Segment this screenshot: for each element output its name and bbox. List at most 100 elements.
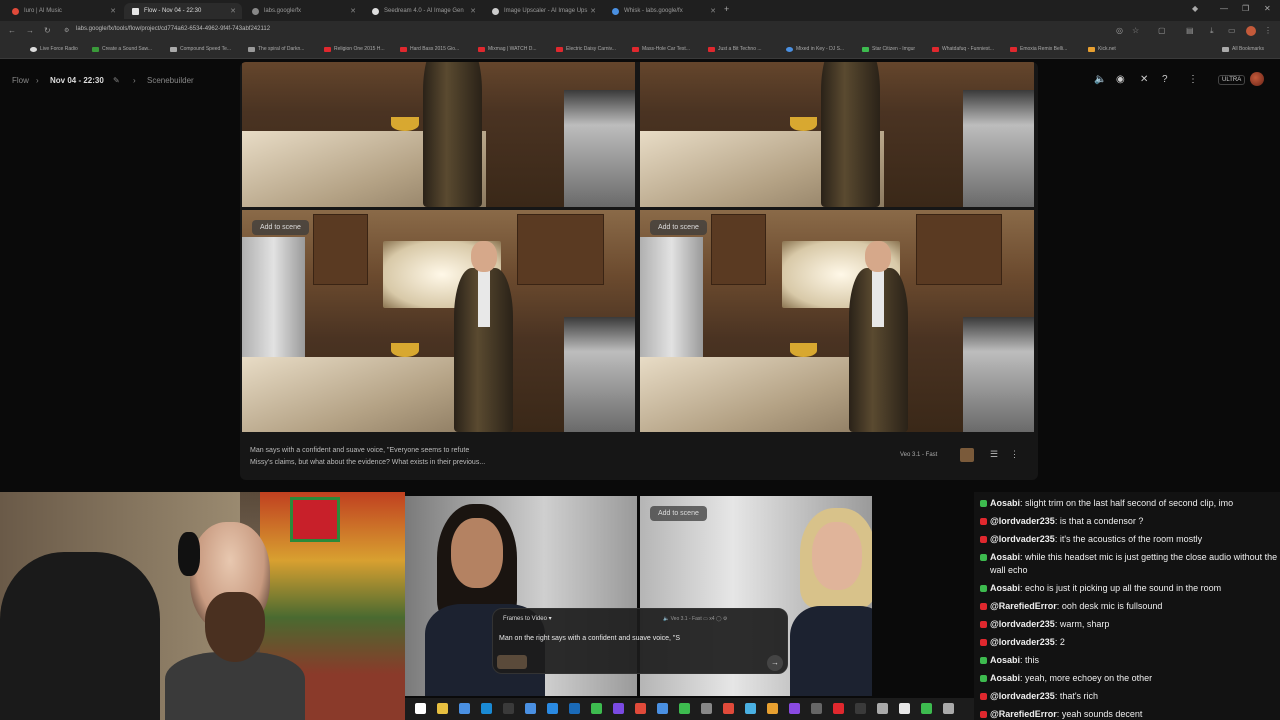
taskbar-app-icon[interactable] <box>877 703 888 714</box>
chat-username[interactable]: @lordvader235 <box>990 516 1055 526</box>
star-icon[interactable]: ☆ <box>1132 26 1139 35</box>
breadcrumb-root[interactable]: Flow <box>12 76 29 85</box>
taskbar-app-icon[interactable] <box>613 703 624 714</box>
send-button[interactable]: → <box>767 655 783 671</box>
menu-dots-icon[interactable]: ⋮ <box>1264 26 1272 35</box>
help-icon[interactable]: ? <box>1162 74 1168 85</box>
volume-icon[interactable]: 🔈 <box>1094 74 1106 85</box>
bookmark-item[interactable]: Compound Speed Te... <box>170 46 231 52</box>
breadcrumb-section[interactable]: Scenebuilder <box>147 76 194 85</box>
close-icon[interactable]: ✕ <box>590 7 596 15</box>
extensions-icon[interactable]: ▢ <box>1158 26 1166 35</box>
list-icon[interactable]: ☰ <box>990 449 998 460</box>
browser-tab-3[interactable]: labs.google/fx ✕ <box>244 3 362 19</box>
chat-username[interactable]: Aosabi <box>990 498 1020 508</box>
chat-username[interactable]: @lordvader235 <box>990 534 1055 544</box>
bookmark-item[interactable]: The spiral of Darkn... <box>248 46 304 52</box>
scene-frame-top-right[interactable] <box>640 62 1034 207</box>
browser-tab-1[interactable]: Iuro | AI Music ✕ <box>4 3 122 19</box>
eye-off-icon[interactable]: ◎ <box>1116 26 1123 35</box>
scene-frame-mid-left[interactable]: Add to scene <box>242 210 635 432</box>
download-icon[interactable]: ⤓ <box>1210 26 1214 36</box>
mode-dropdown[interactable]: Frames to Video ▾ <box>503 615 552 622</box>
taskbar-app-icon[interactable] <box>789 703 800 714</box>
taskbar-app-icon[interactable] <box>525 703 536 714</box>
avatar[interactable] <box>1250 72 1264 86</box>
new-tab-icon[interactable]: + <box>724 4 729 14</box>
all-bookmarks[interactable]: All Bookmarks <box>1222 46 1264 52</box>
profile-avatar[interactable] <box>1246 26 1256 36</box>
taskbar-app-icon[interactable] <box>811 703 822 714</box>
taskbar-app-icon[interactable] <box>415 703 426 714</box>
reference-thumbnail[interactable] <box>960 448 974 462</box>
taskbar-app-icon[interactable] <box>459 703 470 714</box>
taskbar-app-icon[interactable] <box>569 703 580 714</box>
taskbar-app-icon[interactable] <box>635 703 646 714</box>
browser-tab-6[interactable]: Whisk - labs.google/fx ✕ <box>604 3 722 19</box>
taskbar-app-icon[interactable] <box>833 703 844 714</box>
bookmark-item[interactable]: Star Citizen - Imgur <box>862 46 915 52</box>
bookmark-item[interactable]: Mixmag | WATCH D... <box>478 46 537 52</box>
site-info-icon[interactable]: ⚙ <box>64 27 69 34</box>
x-icon[interactable]: ✕ <box>1140 74 1148 85</box>
back-icon[interactable]: ← <box>8 26 16 35</box>
maximize-icon[interactable]: ❐ <box>1242 4 1249 13</box>
add-to-scene-button[interactable]: Add to scene <box>252 220 309 235</box>
bookmark-item[interactable]: Emoxia Remix Belli... <box>1010 46 1067 52</box>
taskbar-app-icon[interactable] <box>591 703 602 714</box>
edit-pencil-icon[interactable]: ✎ <box>113 76 120 85</box>
window-close-icon[interactable]: ✕ <box>1264 4 1271 13</box>
reload-icon[interactable]: ↻ <box>44 26 51 35</box>
close-icon[interactable]: ✕ <box>350 7 356 15</box>
taskbar-app-icon[interactable] <box>899 703 910 714</box>
bookmark-item[interactable]: Electric Daisy Carniv... <box>556 46 616 52</box>
more-vert-icon[interactable]: ⋮ <box>1188 74 1198 85</box>
taskbar-app-icon[interactable] <box>723 703 734 714</box>
bookmark-item[interactable]: Kick.net <box>1088 46 1116 52</box>
chat-username[interactable]: Aosabi <box>990 583 1020 593</box>
chat-username[interactable]: @RarefiedError <box>990 709 1057 719</box>
chat-username[interactable]: Aosabi <box>990 673 1020 683</box>
forward-icon[interactable]: → <box>26 26 34 35</box>
sidepanel-icon[interactable]: ▤ <box>1186 26 1194 35</box>
browser-tab-5[interactable]: Image Upscaler - AI Image Ups ✕ <box>484 3 602 19</box>
chat-username[interactable]: @lordvader235 <box>990 691 1055 701</box>
taskbar-app-icon[interactable] <box>657 703 668 714</box>
scene-frame-mid-right[interactable]: Add to scene <box>640 210 1034 432</box>
bookmark-item[interactable]: Whatdafuq - Funniest... <box>932 46 994 52</box>
url-field[interactable]: labs.google/fx/tools/flow/project/cd774a… <box>76 26 270 32</box>
add-to-scene-button[interactable]: Add to scene <box>650 506 707 521</box>
taskbar-app-icon[interactable] <box>503 703 514 714</box>
taskbar-app-icon[interactable] <box>745 703 756 714</box>
bookmark-item[interactable]: Create a Sound Saw... <box>92 46 152 52</box>
chat-username[interactable]: Aosabi <box>990 552 1020 562</box>
model-selector[interactable]: 🔈 Veo 3.1 - Fast ▭ x4 ◯ ⚙ <box>663 616 727 622</box>
chat-username[interactable]: Aosabi <box>990 655 1020 665</box>
bookmark-item[interactable]: Mass-Hole Car Test... <box>632 46 690 52</box>
browser-tab-2[interactable]: Flow - Nov 04 - 22:30 ✕ <box>124 3 242 19</box>
close-icon[interactable]: ✕ <box>110 7 116 15</box>
close-icon[interactable]: ✕ <box>470 7 476 15</box>
taskbar-app-icon[interactable] <box>679 703 690 714</box>
add-to-scene-button[interactable]: Add to scene <box>650 220 707 235</box>
taskbar-app-icon[interactable] <box>943 703 954 714</box>
frame-thumbnail[interactable] <box>497 655 527 669</box>
bookmark-item[interactable]: Religion One 2015 H... <box>324 46 385 52</box>
more-vert-icon[interactable]: ⋮ <box>1010 449 1019 460</box>
bookmark-item[interactable]: Just a Bit Techno ... <box>708 46 762 52</box>
bookmark-item[interactable]: Live Force Radio <box>30 46 78 52</box>
bookmark-item[interactable]: Hard Bass 2015 Gio... <box>400 46 459 52</box>
taskbar-app-icon[interactable] <box>437 703 448 714</box>
taskbar-app-icon[interactable] <box>855 703 866 714</box>
close-icon[interactable]: ✕ <box>230 7 236 15</box>
bookmark-item[interactable]: Mixed in Key - DJ S... <box>786 46 844 52</box>
scene-frame-top-left[interactable] <box>242 62 635 207</box>
taskbar-app-icon[interactable] <box>921 703 932 714</box>
taskbar-app-icon[interactable] <box>767 703 778 714</box>
chat-username[interactable]: @lordvader235 <box>990 619 1055 629</box>
prompt-input[interactable]: Man on the right says with a confident a… <box>499 635 680 642</box>
taskbar-app-icon[interactable] <box>701 703 712 714</box>
discord-icon[interactable]: ◉ <box>1116 74 1125 85</box>
chat-username[interactable]: @lordvader235 <box>990 637 1055 647</box>
cast-icon[interactable]: ▭ <box>1228 26 1236 35</box>
